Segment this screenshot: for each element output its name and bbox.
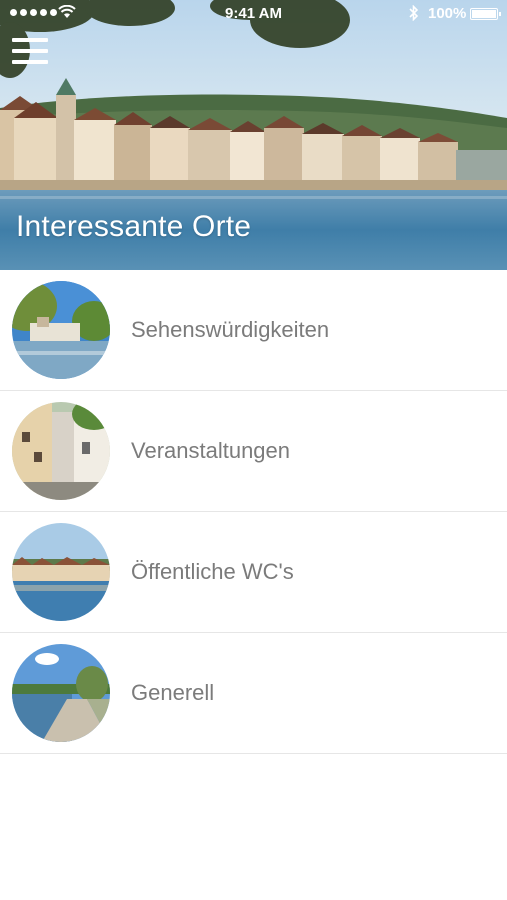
battery-icon [470,8,501,20]
bluetooth-icon [409,5,419,21]
list-item-oeffentliche-wcs[interactable]: Öffentliche WC's [0,512,507,633]
list-item-label: Generell [131,680,215,705]
page-title: Interessante Orte [16,210,252,243]
list-item-label: Veranstaltungen [131,438,291,463]
list-item-veranstaltungen[interactable]: Veranstaltungen [0,391,507,512]
list-item-sehenswuerdigkeiten[interactable]: Sehenswürdigkeiten [0,270,507,391]
public-toilets-thumbnail [12,523,110,621]
header-banner: 9:41 AM 100% Interessante Orte [0,0,507,270]
hamburger-menu-icon[interactable] [12,36,50,66]
list-item-label: Sehenswürdigkeiten [131,317,330,342]
events-thumbnail [12,402,110,500]
category-list: Sehenswürdigkeiten Veranstaltungen Öffen… [0,270,507,754]
status-bar: 9:41 AM 100% [0,0,507,28]
sights-thumbnail [12,281,110,379]
list-item-generell[interactable]: Generell [0,633,507,754]
battery-percentage: 100% [428,5,467,22]
general-thumbnail [12,644,110,742]
list-item-label: Öffentliche WC's [131,559,294,584]
